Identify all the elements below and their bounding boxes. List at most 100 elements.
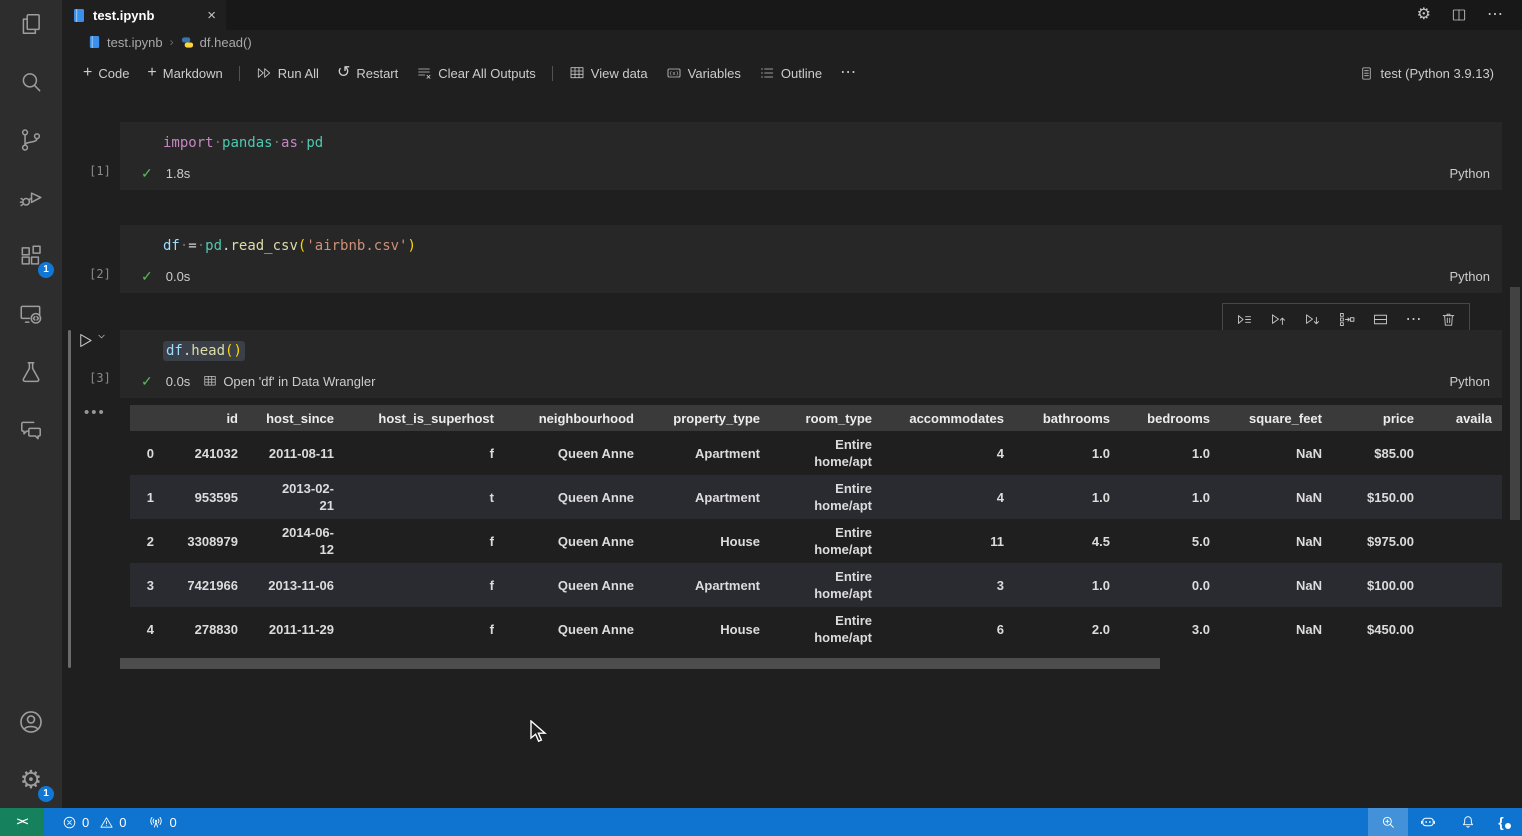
table-cell: f [344,519,504,563]
execution-count: [3] [82,371,118,385]
table-cell: 241032 [164,431,248,475]
view-data-button[interactable]: View data [560,61,657,85]
toolbar-divider [552,66,553,81]
toolbar-more-button[interactable]: ⋯ [831,61,866,85]
execution-time: 0.0s [166,374,191,389]
code-editor[interactable]: import·pandas·as·pd [120,122,1502,153]
copilot-indicator[interactable] [1408,808,1448,836]
column-header: host_since [248,405,344,431]
explorer-icon[interactable] [7,2,55,46]
outline-button[interactable]: Outline [750,61,831,85]
column-header: neighbourhood [504,405,644,431]
manage-gear-icon[interactable]: ⚙ [1417,7,1431,23]
delete-cell-icon[interactable] [1432,306,1464,333]
code-editor[interactable]: df·=·pd.read_csv('airbnb.csv') [120,225,1502,256]
table-row: 233089792014-06- 12fQueen AnneHouseEntir… [130,519,1502,563]
radio-tower-icon [148,814,164,830]
table-cell: 3.0 [1120,607,1220,651]
tab-bar: test.ipynb × ⚙ ⋯ [62,0,1522,30]
zoom-indicator[interactable] [1368,808,1408,836]
problems-indicator[interactable]: 0 0 [54,808,134,836]
table-cell: 0 [130,431,164,475]
code-token: = [188,238,196,254]
table-cell: 4 [882,431,1014,475]
restart-button[interactable]: ↺ Restart [328,61,407,85]
table-cell: Queen Anne [504,431,644,475]
execute-row-by-row-icon[interactable] [1228,306,1260,333]
output-options-icon[interactable]: ••• [84,404,106,421]
split-cell-icon[interactable] [1364,306,1396,333]
table-cell: 11 [882,519,1014,563]
code-token: head [191,343,225,359]
ports-indicator[interactable]: 0 [140,808,184,836]
variables-icon: (x) [666,65,682,81]
accounts-icon[interactable] [7,700,55,744]
settings-gear-icon[interactable]: ⚙ 1 [7,758,55,802]
testing-icon[interactable] [7,350,55,394]
table-cell: 0.0 [1120,563,1220,607]
more-cell-actions-icon[interactable]: ⋯ [1398,306,1430,333]
code-cell-3: df.head() ✓ 0.0s Open 'df' in Data Wrang… [120,330,1502,398]
code-token: read_csv [230,238,297,254]
breadcrumb-file[interactable]: test.ipynb [88,35,163,50]
chevron-down-icon [96,331,107,342]
run-all-icon [256,65,272,81]
vertical-scrollbar[interactable] [1510,287,1520,520]
run-cell-button[interactable] [76,331,107,350]
plus-icon: + [147,65,156,81]
search-icon[interactable] [7,60,55,104]
table-cell: f [344,563,504,607]
data-wrangler-icon [203,374,217,388]
table-cell [1424,563,1502,607]
table-cell: 1.0 [1014,563,1120,607]
cell-language[interactable]: Python [1450,374,1490,389]
column-header: id [164,405,248,431]
table-cell: t [344,475,504,519]
code-token: as [281,135,298,151]
run-debug-icon[interactable] [7,176,55,220]
add-code-button[interactable]: +Code [74,61,138,85]
remote-indicator[interactable]: >< [0,808,44,836]
table-cell: f [344,607,504,651]
more-actions-icon[interactable]: ⋯ [1487,7,1504,23]
dataframe-output: idhost_sincehost_is_superhostneighbourho… [130,405,1522,651]
execute-cell-and-below-icon[interactable] [1296,306,1328,333]
cell-language[interactable]: Python [1450,269,1490,284]
feedback-indicator[interactable]: { [1488,808,1522,836]
table-cell: Apartment [644,563,770,607]
table-cell: 953595 [164,475,248,519]
table-cell: f [344,431,504,475]
debug-cell-icon[interactable] [1330,306,1362,333]
column-header: room_type [770,405,882,431]
remote-explorer-icon[interactable] [7,292,55,336]
table-cell: Entire home/apt [770,519,882,563]
cell-language[interactable]: Python [1450,166,1490,181]
table-cell: Queen Anne [504,475,644,519]
notifications-indicator[interactable] [1448,808,1488,836]
kernel-picker[interactable]: test (Python 3.9.13) [1359,66,1522,81]
cell-status-bar: ✓ 0.0s Python [120,263,1502,289]
tab-test-ipynb[interactable]: test.ipynb × [62,0,226,30]
breadcrumb-symbol[interactable]: df.head() [181,35,252,50]
table-cell: 1.0 [1014,431,1120,475]
cell-status-bar: ✓ 1.8s Python [120,160,1502,186]
add-markdown-button[interactable]: +Markdown [138,61,231,85]
split-editor-icon[interactable] [1451,7,1467,23]
table-cell [1424,607,1502,651]
open-in-data-wrangler-link[interactable]: Open 'df' in Data Wrangler [203,374,375,389]
extensions-icon[interactable]: 1 [7,234,55,278]
comments-icon[interactable] [7,408,55,452]
toolbar-divider [239,66,240,81]
editor-actions: ⚙ ⋯ [1417,0,1522,30]
clear-all-outputs-button[interactable]: Clear All Outputs [407,61,545,85]
variables-button[interactable]: (x) Variables [657,61,750,85]
run-all-button[interactable]: Run All [247,61,328,85]
table-cell: NaN [1220,519,1332,563]
horizontal-scrollbar[interactable] [120,658,1160,669]
source-control-icon[interactable] [7,118,55,162]
execute-above-cells-icon[interactable] [1262,306,1294,333]
tab-close-icon[interactable]: × [207,7,216,24]
table-cell: 2 [130,519,164,563]
code-editor[interactable]: df.head() [120,330,1502,361]
table-cell: 2013-02- 21 [248,475,344,519]
